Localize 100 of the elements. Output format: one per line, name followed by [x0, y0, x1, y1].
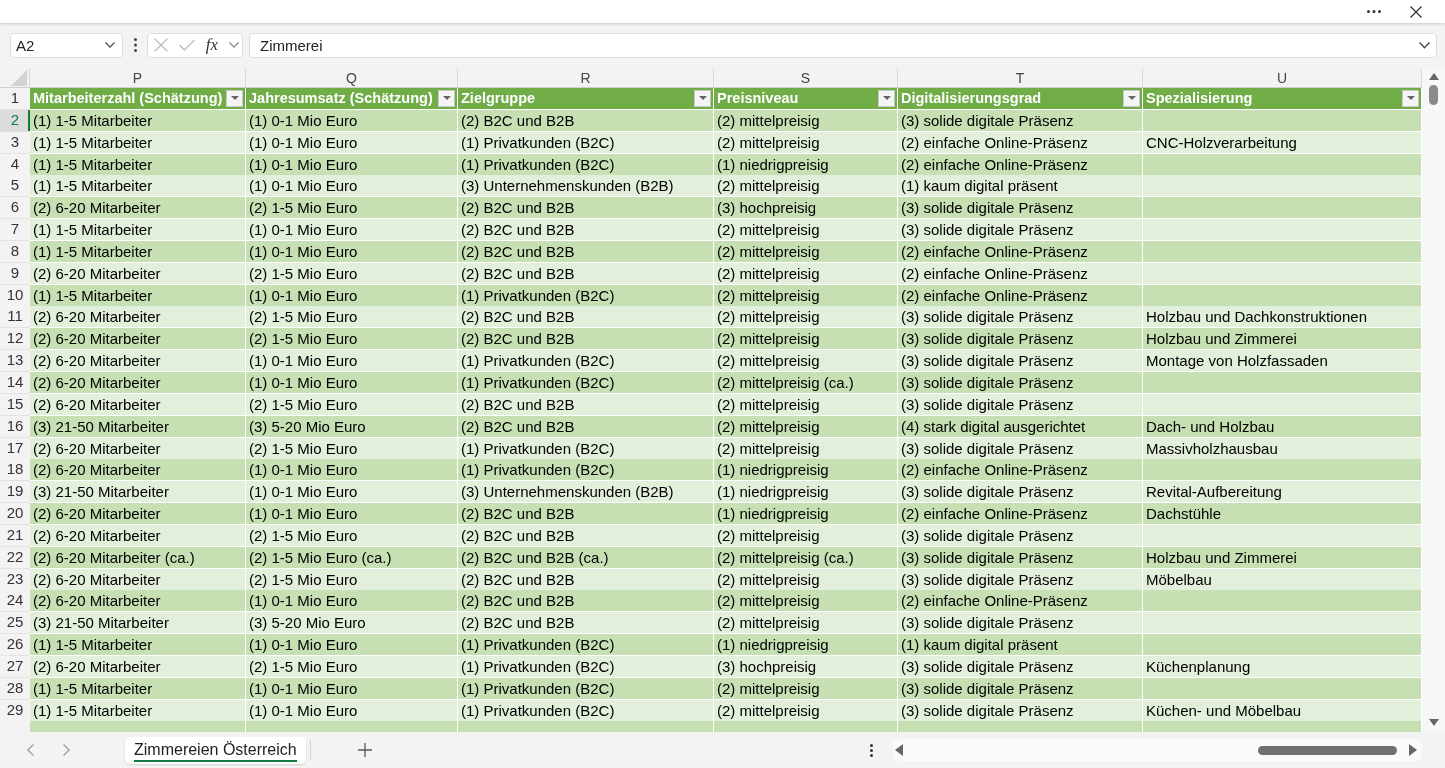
table-cell: (1) 1-5 Mitarbeiter — [30, 284, 246, 307]
row-number[interactable]: 1 — [0, 88, 30, 110]
expand-button[interactable] — [229, 42, 239, 48]
table-cell: (1) Privatkunden (B2C) — [458, 634, 714, 656]
filter-button[interactable] — [438, 89, 455, 107]
row-number[interactable]: 23 — [0, 568, 30, 591]
table-cell: (3) solide digitale Präsenz — [898, 109, 1143, 132]
row-number[interactable]: 8 — [0, 240, 30, 263]
row-number[interactable]: 13 — [0, 350, 30, 372]
table-cell: (1) niedrigpreisig — [714, 503, 898, 525]
table-cell: (2) einfache Online-Präsenz — [898, 153, 1143, 176]
table-cell: Holzbau und Dachkonstruktionen — [1143, 306, 1422, 329]
row-number[interactable]: 15 — [0, 393, 30, 416]
table-cell: (1) 0-1 Mio Euro — [246, 481, 458, 504]
column-letter[interactable]: R — [458, 68, 714, 88]
row-number[interactable]: 19 — [0, 481, 30, 504]
scroll-down-button[interactable] — [1427, 716, 1440, 728]
row-number[interactable]: 12 — [0, 328, 30, 351]
table-cell: (3) Unternehmenskunden (B2B) — [458, 175, 714, 198]
table-cell: (1) 1-5 Mitarbeiter — [30, 131, 246, 154]
filter-button[interactable] — [226, 89, 243, 107]
triangle-right-icon — [1409, 744, 1417, 756]
row-number[interactable]: 11 — [0, 306, 30, 329]
row-number[interactable]: 3 — [0, 131, 30, 154]
table-cell: Möbelbau — [1143, 568, 1422, 591]
table-cell: (2) B2C und B2B — [458, 393, 714, 416]
table-cell: (3) solide digitale Präsenz — [898, 328, 1143, 351]
table-cell: (3) solide digitale Präsenz — [898, 350, 1143, 372]
row-number[interactable]: 16 — [0, 415, 30, 438]
table-cell: (2) 6-20 Mitarbeiter — [30, 393, 246, 416]
scrollbar-thumb[interactable] — [1429, 85, 1438, 105]
column-letter[interactable]: S — [714, 68, 898, 88]
column-letter[interactable]: Q — [246, 68, 458, 88]
scrollbar-thumb[interactable] — [1258, 745, 1397, 755]
row-number[interactable]: 14 — [0, 371, 30, 394]
name-box[interactable]: A2 — [10, 32, 123, 58]
sheet-tab[interactable]: Zimmereien Österreich — [125, 736, 306, 764]
row-number[interactable]: 17 — [0, 437, 30, 460]
table-cell: (2) einfache Online-Präsenz — [898, 503, 1143, 525]
caret-icon — [230, 96, 239, 101]
table-cell: (1) Privatkunden (B2C) — [458, 131, 714, 154]
row-number[interactable]: 2 — [0, 109, 30, 132]
table-cell: (2) 6-20 Mitarbeiter — [30, 350, 246, 372]
scroll-right-button[interactable] — [1407, 744, 1419, 756]
row-number[interactable]: 27 — [0, 655, 30, 678]
row-number[interactable]: 29 — [0, 699, 30, 722]
row-number[interactable]: 5 — [0, 175, 30, 198]
table-cell: (2) 6-20 Mitarbeiter — [30, 437, 246, 460]
row-number[interactable]: 25 — [0, 612, 30, 635]
table-cell: (3) 5-20 Mio Euro — [246, 415, 458, 438]
filter-button[interactable] — [694, 89, 711, 107]
row-number[interactable]: 18 — [0, 459, 30, 482]
more-icon — [133, 38, 137, 52]
more-icon — [869, 743, 873, 757]
table-cell: (3) Unternehmenskunden (B2B) — [458, 481, 714, 504]
row-number[interactable]: 4 — [0, 153, 30, 176]
table-cell: (3) solide digitale Präsenz — [898, 371, 1143, 394]
row-number[interactable]: 10 — [0, 284, 30, 307]
row-number[interactable]: 7 — [0, 219, 30, 241]
table-cell: Massivholzhausbau — [1143, 437, 1422, 460]
table-cell: (3) solide digitale Präsenz — [898, 612, 1143, 635]
filter-button[interactable] — [878, 89, 895, 107]
table-cell: (3) solide digitale Präsenz — [898, 524, 1143, 547]
table-cell: (1) 0-1 Mio Euro — [246, 350, 458, 372]
row-number[interactable]: 6 — [0, 197, 30, 220]
row-number[interactable]: 28 — [0, 677, 30, 700]
row-number[interactable]: 20 — [0, 503, 30, 525]
table-cell: (2) B2C und B2B — [458, 219, 714, 241]
row-number[interactable]: 24 — [0, 590, 30, 613]
chevron-left-icon — [26, 744, 34, 756]
column-letter[interactable]: U — [1143, 68, 1422, 88]
scroll-left-button[interactable] — [893, 744, 905, 756]
table-cell: (2) B2C und B2B — [458, 306, 714, 329]
table-cell: (1) Privatkunden (B2C) — [458, 459, 714, 482]
table-cell: (2) B2C und B2B — [458, 524, 714, 547]
table-cell: (1) 0-1 Mio Euro — [246, 219, 458, 241]
table-cell: (1) Privatkunden (B2C) — [458, 371, 714, 394]
filter-button[interactable] — [1402, 89, 1419, 107]
table-cell: Küchenplanung — [1143, 655, 1422, 678]
table-cell: (3) 21-50 Mitarbeiter — [30, 481, 246, 504]
column-title: Preisniveau — [717, 90, 799, 107]
column-letter[interactable]: P — [30, 68, 246, 88]
table-cell: (2) 1-5 Mio Euro — [246, 262, 458, 285]
row-number[interactable]: 9 — [0, 262, 30, 285]
row-number[interactable]: 26 — [0, 634, 30, 656]
table-cell: (1) 1-5 Mitarbeiter — [30, 240, 246, 263]
row-number[interactable]: 21 — [0, 524, 30, 547]
caret-icon — [442, 96, 451, 101]
table-cell: Montage von Holzfassaden — [1143, 350, 1422, 372]
table-cell: (2) einfache Online-Präsenz — [898, 131, 1143, 154]
row-number[interactable]: 22 — [0, 546, 30, 569]
table-cell: (3) solide digitale Präsenz — [898, 306, 1143, 329]
column-letter[interactable]: T — [898, 68, 1143, 88]
table-cell: (2) 1-5 Mio Euro — [246, 328, 458, 351]
table-cell: (2) 6-20 Mitarbeiter — [30, 655, 246, 678]
triangle-left-icon — [895, 744, 903, 756]
insert-function-button[interactable]: fx — [205, 35, 219, 55]
table-cell: (1) Privatkunden (B2C) — [458, 153, 714, 176]
formula-input[interactable]: Zimmerei — [249, 32, 1437, 58]
filter-button[interactable] — [1123, 89, 1140, 107]
